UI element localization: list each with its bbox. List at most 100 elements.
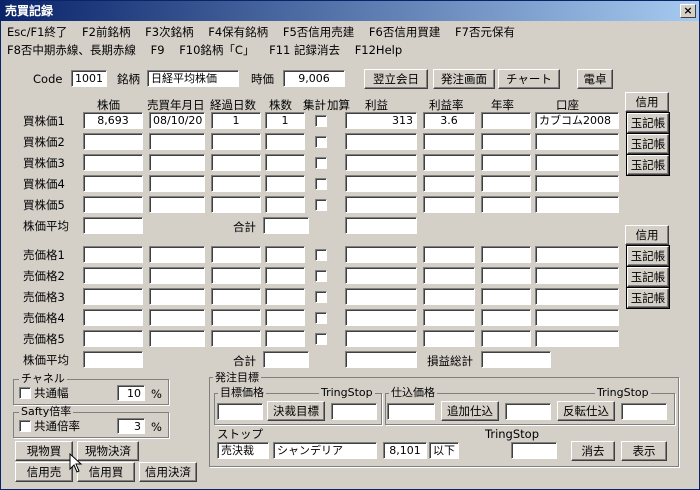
pl-total-field[interactable] [481,351,551,368]
sell-shares-5[interactable] [265,330,305,347]
sell-rate-3[interactable] [423,288,475,305]
buy-date-5[interactable] [149,196,205,213]
sell-credit-button[interactable]: 信用 [625,225,669,245]
buy-account-1[interactable]: カブコム2008 [535,112,619,129]
sell-rate-5[interactable] [423,330,475,347]
menu-f9[interactable]: F9 [151,41,165,59]
clear-button[interactable]: 消去 [571,441,615,461]
buy-date-4[interactable] [149,175,205,192]
menu-credit-sell[interactable]: F5否信用売建 [283,23,354,41]
sell-total-shares[interactable] [263,351,309,368]
sell-aggregate-check-2[interactable] [315,270,327,282]
sell-aggregate-check-4[interactable] [315,312,327,324]
buy-shares-4[interactable] [265,175,305,192]
menu-held-stocks[interactable]: F4保有銘柄 [208,23,268,41]
sell-aggregate-check-5[interactable] [315,333,327,345]
buy-price-3[interactable] [83,154,143,171]
buy-profit-3[interactable] [345,154,417,171]
buy-price-4[interactable] [83,175,143,192]
cash-buy-button[interactable]: 現物買 [15,441,73,461]
reverse-position-button[interactable]: 反転仕込 [557,401,615,421]
buy-rate-2[interactable] [423,133,475,150]
next-session-button[interactable]: 翌立会日 [364,69,428,89]
sell-ledger-button-2[interactable]: 玉記帳 [626,266,670,288]
sell-aggregate-check-1[interactable] [315,249,327,261]
buy-total-profit[interactable] [345,217,417,234]
menu-credit-buy[interactable]: F6否信用買建 [369,23,440,41]
sell-date-1[interactable] [149,246,205,263]
buy-profit-5[interactable] [345,196,417,213]
buy-credit-button[interactable]: 信用 [625,92,669,112]
cash-settle-button[interactable]: 現物決済 [77,441,139,461]
code-input[interactable]: 1001 [71,70,107,87]
menu-next-stock[interactable]: F3次銘柄 [145,23,193,41]
buy-days-1[interactable]: 1 [211,112,261,129]
order-screen-button[interactable]: 発注画面 [433,69,495,89]
buy-price-2[interactable] [83,133,143,150]
sell-rate-4[interactable] [423,309,475,326]
sell-account-5[interactable] [535,330,619,347]
sell-ledger-button-3[interactable]: 玉記帳 [626,287,670,309]
buy-aggregate-check-2[interactable] [315,136,327,148]
buy-account-4[interactable] [535,175,619,192]
sell-profit-4[interactable] [345,309,417,326]
buy-profit-1[interactable]: 313 [345,112,417,129]
menu-prev-stock[interactable]: F2前銘柄 [82,23,130,41]
credit-sell-button[interactable]: 信用売 [15,462,73,482]
safety-value[interactable]: 3 [117,418,145,434]
buy-account-5[interactable] [535,196,619,213]
sell-account-3[interactable] [535,288,619,305]
cost-price-input[interactable] [387,403,435,420]
menu-help[interactable]: F12Help [355,41,402,59]
sell-profit-2[interactable] [345,267,417,284]
buy-date-2[interactable] [149,133,205,150]
menu-stock-c[interactable]: F10銘柄「C」 [179,41,254,59]
sell-days-3[interactable] [211,288,261,305]
buy-shares-3[interactable] [265,154,305,171]
buy-shares-1[interactable]: 1 [265,112,305,129]
settle-target-button[interactable]: 決裁目標 [267,401,325,421]
buy-annual-5[interactable] [481,196,531,213]
sell-shares-1[interactable] [265,246,305,263]
sell-rate-2[interactable] [423,267,475,284]
stop-tringstop-input[interactable] [511,442,557,459]
sell-days-2[interactable] [211,267,261,284]
buy-rate-3[interactable] [423,154,475,171]
sell-days-4[interactable] [211,309,261,326]
sell-annual-1[interactable] [481,246,531,263]
cost-tringstop-input[interactable] [621,403,667,420]
buy-days-4[interactable] [211,175,261,192]
buy-annual-3[interactable] [481,154,531,171]
buy-days-2[interactable] [211,133,261,150]
sell-date-5[interactable] [149,330,205,347]
sell-price-2[interactable] [83,267,143,284]
credit-settle-button[interactable]: 信用決済 [139,462,197,482]
buy-total-shares[interactable] [263,217,309,234]
add-position-button[interactable]: 追加仕込 [441,401,499,421]
sell-price-1[interactable] [83,246,143,263]
sell-price-5[interactable] [83,330,143,347]
sell-account-1[interactable] [535,246,619,263]
stop-name-field[interactable]: シャンデリア [273,442,377,459]
buy-aggregate-check-1[interactable] [315,115,327,127]
menu-red-lines[interactable]: F8否中期赤線、長期赤線 [7,41,136,59]
stock-name-input[interactable]: 日経平均株価 [147,70,239,87]
buy-annual-2[interactable] [481,133,531,150]
buy-aggregate-check-5[interactable] [315,199,327,211]
price-input[interactable]: 9,006 [283,70,345,87]
calculator-button[interactable]: 電卓 [577,69,613,89]
buy-account-3[interactable] [535,154,619,171]
target-price-input[interactable] [217,403,263,420]
buy-rate-4[interactable] [423,175,475,192]
buy-ledger-button-2[interactable]: 玉記帳 [626,133,670,155]
sell-rate-1[interactable] [423,246,475,263]
sell-account-2[interactable] [535,267,619,284]
stop-type-field[interactable]: 売決裁 [217,442,269,459]
buy-ledger-button-1[interactable]: 玉記帳 [626,112,670,134]
chart-button[interactable]: チャート [498,69,560,89]
buy-days-3[interactable] [211,154,261,171]
channel-value[interactable]: 10 [117,385,145,401]
buy-profit-2[interactable] [345,133,417,150]
channel-common-check[interactable] [19,387,31,399]
buy-rate-1[interactable]: 3.6 [423,112,475,129]
